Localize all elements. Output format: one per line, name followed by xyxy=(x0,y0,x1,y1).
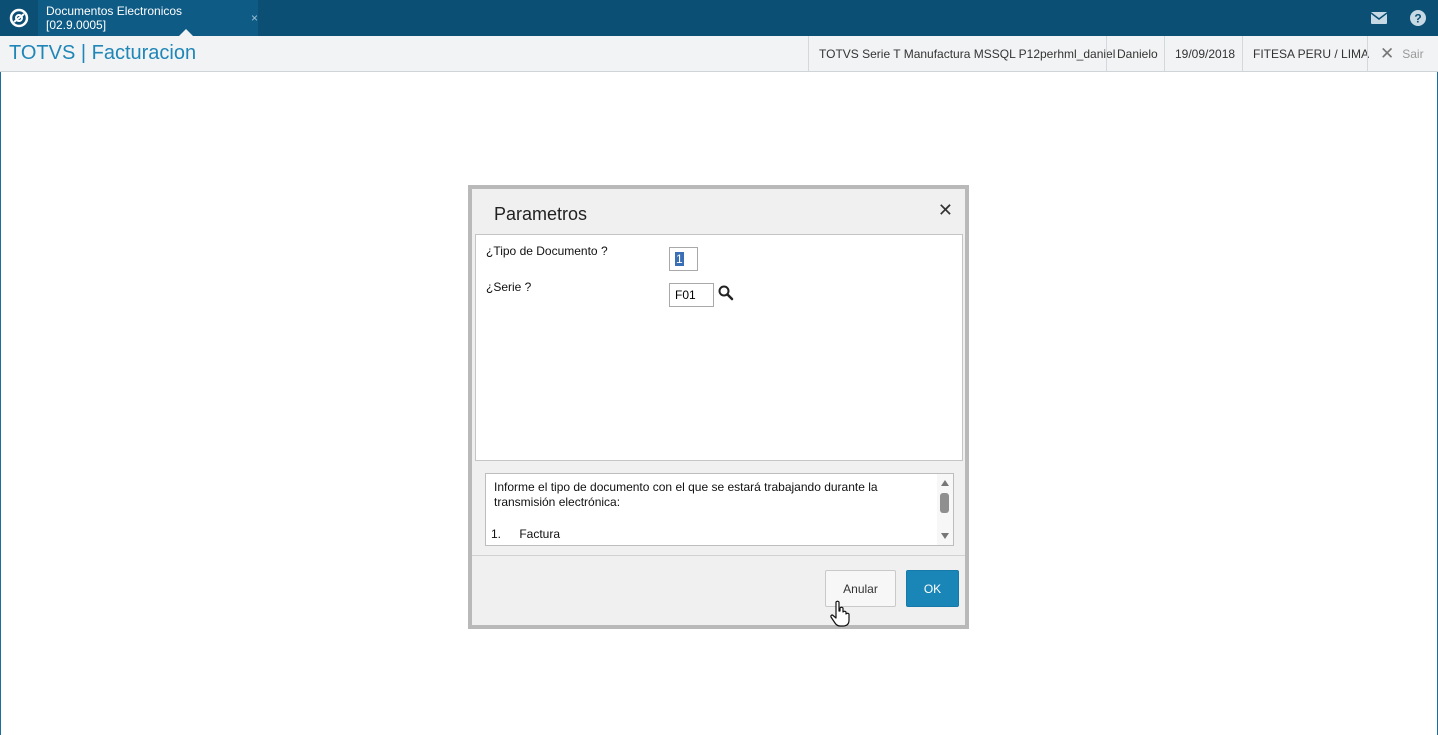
help-scrollbar[interactable] xyxy=(937,474,953,545)
scroll-thumb[interactable] xyxy=(940,493,949,513)
tab-label: Documentos Electronicos [02.9.0005] xyxy=(46,4,183,32)
dialog-footer-divider xyxy=(472,555,965,556)
dialog-title: Parametros xyxy=(494,204,588,224)
tab-indicator xyxy=(179,29,193,36)
help-item-label: Factura xyxy=(519,527,561,541)
tipo-documento-input[interactable]: 1 xyxy=(669,247,698,271)
exit-label: Sair xyxy=(1402,46,1424,61)
exit-button[interactable]: ✕ Sair xyxy=(1367,36,1438,71)
tab-close-icon[interactable]: × xyxy=(251,11,258,25)
totvs-logo-icon[interactable] xyxy=(0,0,38,36)
help-text-box[interactable]: Informe el tipo de documento con el que … xyxy=(485,473,954,546)
hand-cursor-icon xyxy=(829,600,851,628)
page-title: TOTVS | Facturacion xyxy=(9,42,197,64)
ok-button[interactable]: OK xyxy=(906,570,959,607)
scroll-down-arrow-icon[interactable] xyxy=(941,533,949,539)
dialog-close-icon[interactable]: ✕ xyxy=(938,201,953,219)
user-label: Danielo xyxy=(1106,36,1168,71)
tipo-documento-label: ¿Tipo de Documento ? xyxy=(486,244,608,258)
svg-text:?: ? xyxy=(1414,12,1421,26)
company-label: FITESA PERU / LIMA xyxy=(1242,36,1379,71)
date-label: 19/09/2018 xyxy=(1164,36,1245,71)
serie-input[interactable]: F01 xyxy=(669,283,714,307)
environment-label: TOTVS Serie T Manufactura MSSQL P12perhm… xyxy=(808,36,1125,71)
close-icon: ✕ xyxy=(1380,43,1395,63)
help-description: Informe el tipo de documento con el que … xyxy=(494,480,878,509)
tipo-documento-value: 1 xyxy=(675,252,684,266)
help-item-number: 1. xyxy=(491,527,502,541)
parametros-dialog: Parametros ✕ ¿Tipo de Documento ? 1 ¿Ser… xyxy=(468,185,969,629)
parameters-form: ¿Tipo de Documento ? 1 ¿Serie ? F01 xyxy=(475,234,963,461)
help-icon[interactable]: ? xyxy=(1408,8,1428,28)
tab-documentos-electronicos[interactable]: Documentos Electronicos [02.9.0005] × xyxy=(38,0,258,36)
scroll-up-arrow-icon[interactable] xyxy=(941,480,949,486)
mail-icon[interactable] xyxy=(1369,8,1389,28)
search-icon[interactable] xyxy=(717,284,735,302)
help-list-item: 1. Factura xyxy=(491,527,560,541)
serie-label: ¿Serie ? xyxy=(486,280,532,294)
frame-border-left xyxy=(0,72,1,735)
top-bar: Documentos Electronicos [02.9.0005] × ? xyxy=(0,0,1438,36)
serie-value: F01 xyxy=(675,288,696,302)
app-header: TOTVS | Facturacion TOTVS Serie T Manufa… xyxy=(0,36,1438,72)
